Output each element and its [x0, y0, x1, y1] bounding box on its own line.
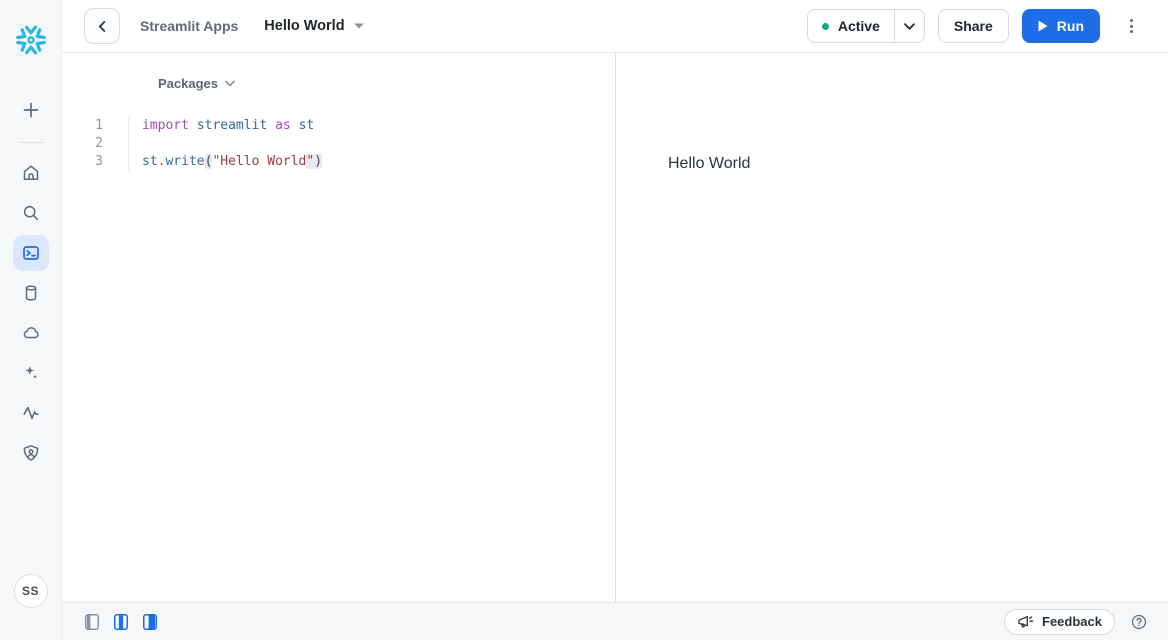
layout-preview-only-button[interactable] — [143, 614, 157, 630]
new-item-button[interactable] — [13, 92, 49, 128]
sparkles-icon — [21, 363, 41, 383]
status-dropdown-button[interactable] — [895, 10, 924, 42]
activity-pulse-icon — [21, 403, 41, 423]
terminal-icon — [21, 243, 41, 263]
left-rail: SS — [0, 0, 62, 640]
code-token: write — [165, 154, 204, 169]
status-control: Active — [807, 9, 925, 43]
app-preview-pane: Hello World — [616, 53, 1168, 602]
code-editor[interactable]: 1import streamlit as st23st.write("Hello… — [62, 117, 615, 171]
user-avatar[interactable]: SS — [14, 574, 48, 608]
streamlit-output-text: Hello World — [616, 53, 1168, 173]
status-label: Active — [838, 18, 880, 34]
sidebar-item-home[interactable] — [13, 155, 49, 191]
code-line[interactable]: 2 — [62, 135, 615, 153]
caret-down-icon — [354, 23, 364, 29]
feedback-button[interactable]: Feedback — [1004, 609, 1115, 635]
status-dot-icon — [822, 23, 829, 30]
code-token: streamlit — [197, 118, 275, 133]
kebab-icon — [1130, 19, 1133, 22]
shield-user-icon — [21, 443, 41, 463]
app-title: Hello World — [264, 18, 344, 34]
code-token: import — [142, 118, 197, 133]
code-token: st — [142, 154, 158, 169]
help-button[interactable] — [1130, 613, 1148, 631]
home-icon — [21, 163, 41, 183]
line-number: 1 — [62, 117, 129, 135]
sidebar-item-admin[interactable] — [13, 435, 49, 471]
line-number: 2 — [62, 135, 129, 153]
plus-icon — [21, 100, 41, 120]
sidebar-item-activity[interactable] — [13, 395, 49, 431]
layout-editor-only-button[interactable] — [85, 614, 99, 630]
megaphone-icon — [1017, 614, 1034, 629]
code-text: import streamlit as st — [129, 117, 314, 135]
search-icon — [21, 203, 41, 223]
code-line[interactable]: 1import streamlit as st — [62, 117, 615, 135]
packages-label: Packages — [158, 76, 218, 91]
back-button[interactable] — [84, 8, 120, 44]
sidebar-item-cloud[interactable] — [13, 315, 49, 351]
rail-divider — [18, 142, 44, 143]
layout-split-button[interactable] — [114, 614, 128, 630]
top-bar: Streamlit Apps Hello World Active — [62, 0, 1168, 53]
sidebar-item-ai[interactable] — [13, 355, 49, 391]
snowflake-logo[interactable] — [11, 20, 51, 60]
more-options-button[interactable] — [1118, 9, 1144, 43]
code-editor-pane: Packages 1import streamlit as st23st.wri… — [62, 53, 615, 602]
run-button[interactable]: Run — [1022, 9, 1100, 43]
database-icon — [21, 283, 41, 303]
layout-toggles — [85, 614, 157, 630]
bottom-bar: Feedback — [62, 602, 1168, 640]
breadcrumb: Streamlit Apps Hello World — [140, 18, 364, 34]
code-text — [129, 135, 142, 153]
play-icon — [1038, 20, 1048, 32]
layout-split-icon — [114, 614, 128, 630]
status-button[interactable]: Active — [808, 10, 894, 42]
avatar-initials: SS — [22, 584, 39, 598]
chevron-left-icon — [95, 19, 110, 34]
layout-editor-only-icon — [85, 614, 99, 630]
help-circle-icon — [1130, 613, 1148, 631]
breadcrumb-section[interactable]: Streamlit Apps — [140, 18, 238, 34]
breadcrumb-current[interactable]: Hello World — [264, 18, 363, 34]
code-text: st.write("Hello World") — [129, 153, 322, 171]
cloud-icon — [21, 323, 41, 343]
sidebar-item-search[interactable] — [13, 195, 49, 231]
layout-preview-only-icon — [143, 614, 157, 630]
sidebar-item-projects[interactable] — [13, 235, 49, 271]
line-number: 3 — [62, 153, 129, 171]
run-label: Run — [1057, 18, 1084, 34]
snowflake-icon — [13, 22, 49, 58]
code-token: ) — [314, 154, 322, 169]
sidebar-item-data[interactable] — [13, 275, 49, 311]
chevron-down-icon — [904, 23, 915, 30]
code-token: as — [275, 118, 298, 133]
code-token: st — [299, 118, 315, 133]
code-line[interactable]: 3st.write("Hello World") — [62, 153, 615, 171]
code-token: "Hello World — [212, 154, 306, 169]
packages-dropdown[interactable]: Packages — [158, 76, 235, 91]
share-button[interactable]: Share — [938, 9, 1009, 43]
feedback-label: Feedback — [1042, 614, 1102, 629]
chevron-down-icon — [225, 80, 235, 87]
